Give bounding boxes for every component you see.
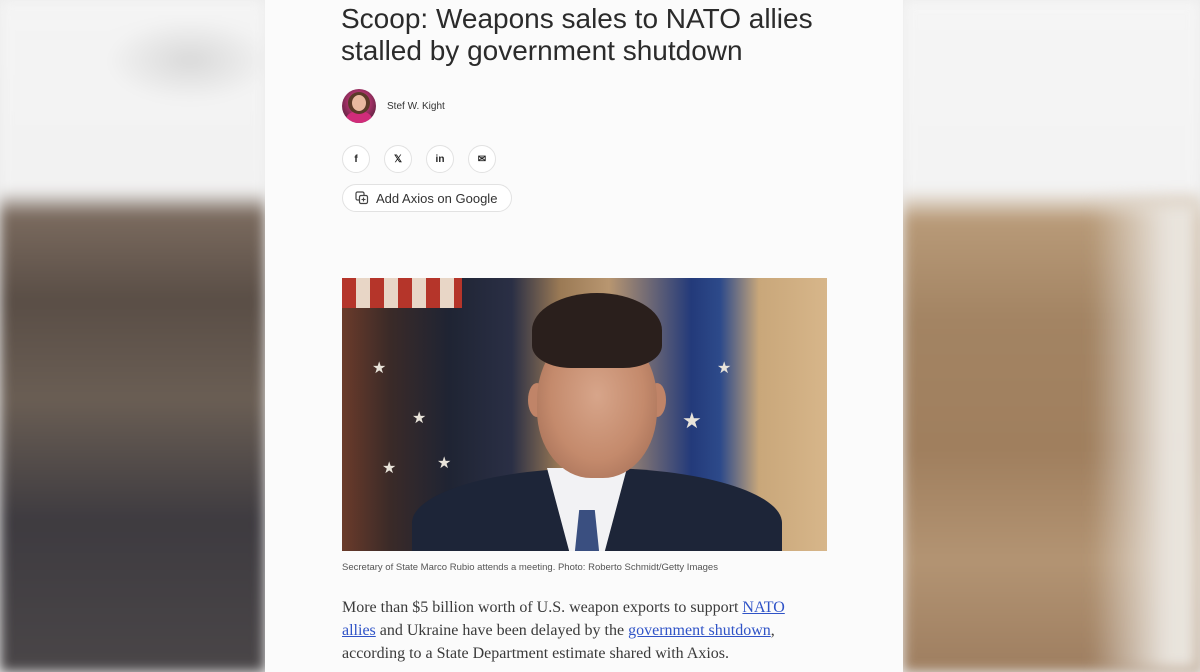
x-share-button[interactable]: 𝕏 (384, 145, 412, 173)
blurred-background-right-edge (1090, 200, 1200, 672)
facebook-share-button[interactable]: f (342, 145, 370, 173)
email-share-button[interactable]: ✉ (468, 145, 496, 173)
government-shutdown-link[interactable]: government shutdown (628, 622, 771, 639)
email-icon: ✉ (477, 153, 487, 165)
article-headline: Scoop: Weapons sales to NATO allies stal… (341, 3, 813, 66)
linkedin-icon: in (435, 153, 445, 165)
author-avatar[interactable] (342, 89, 376, 123)
facebook-icon: f (354, 153, 358, 165)
article-body-paragraph: More than $5 billion worth of U.S. weapo… (342, 599, 785, 662)
article-column: Scoop: Weapons sales to NATO allies stal… (265, 0, 903, 672)
add-axios-on-google-button[interactable]: Add Axios on Google (342, 184, 513, 212)
add-axios-on-google-label: Add Axios on Google (376, 190, 498, 206)
blurred-background-left (0, 0, 265, 672)
article-photo: ★ ★ ★ ★ ★ ★ (342, 278, 827, 551)
linkedin-share-button[interactable]: in (426, 145, 454, 173)
x-icon: 𝕏 (393, 153, 403, 165)
author-name[interactable]: Stef W. Kight (387, 101, 445, 112)
byline: Stef W. Kight (342, 89, 445, 123)
share-buttons: f 𝕏 in ✉ (342, 145, 496, 173)
copy-plus-icon (355, 191, 369, 205)
photo-caption: Secretary of State Marco Rubio attends a… (342, 562, 718, 573)
